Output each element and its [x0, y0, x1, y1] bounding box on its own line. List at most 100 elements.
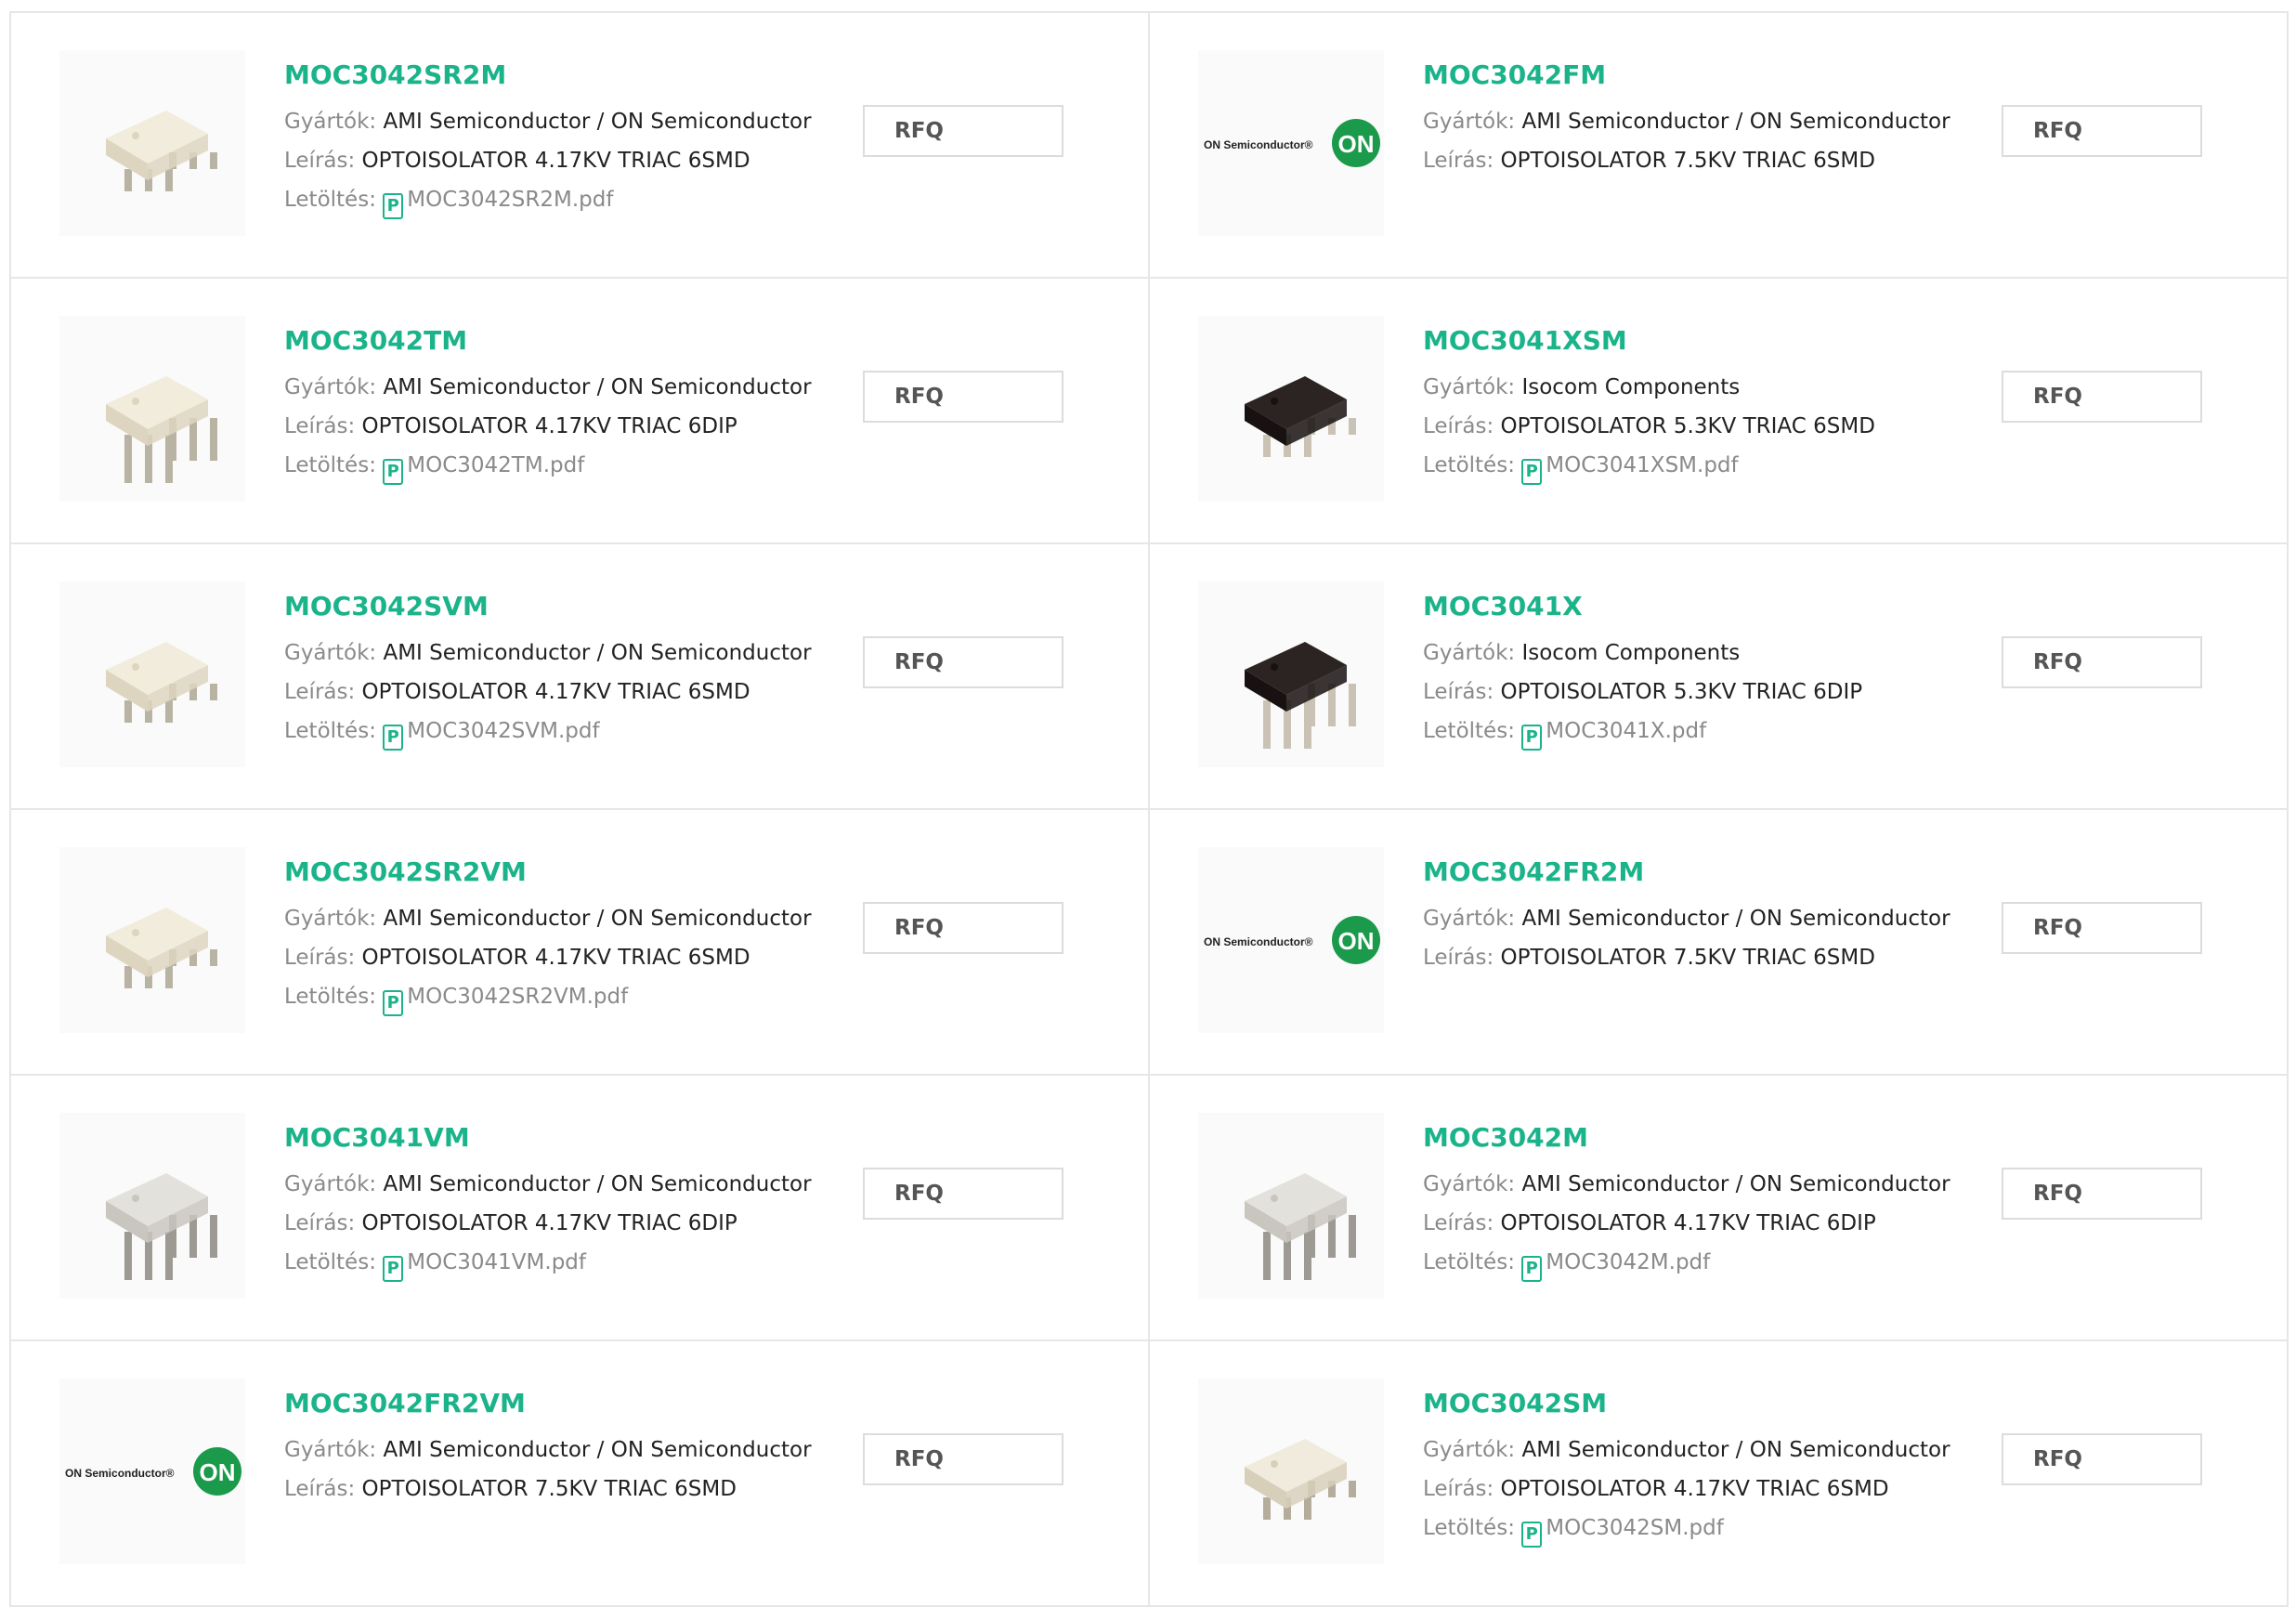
manufacturer-row-value: Isocom Components	[1521, 375, 1741, 399]
pdf-download-link[interactable]: MOC3042TM.pdf	[407, 453, 584, 477]
pdf-icon[interactable]: P	[1521, 1256, 1543, 1282]
product-card: ON Semiconductor® ON MOC3042FR2VM Gyártók…	[11, 1341, 1150, 1607]
pdf-icon[interactable]: P	[1521, 1522, 1543, 1548]
product-name-link[interactable]: MOC3042SR2M	[284, 59, 812, 91]
pdf-icon[interactable]: P	[1521, 725, 1543, 751]
pdf-download-link[interactable]: MOC3042SVM.pdf	[407, 719, 599, 743]
product-image[interactable]	[59, 316, 245, 502]
pdf-download-link[interactable]: MOC3042SR2VM.pdf	[407, 985, 628, 1009]
product-image[interactable]	[1198, 581, 1384, 767]
rfq-button[interactable]: RFQ	[863, 636, 1063, 688]
description-row-label: Leírás:	[1423, 1211, 1494, 1235]
product-name-link[interactable]: MOC3042FR2M	[1423, 856, 1950, 888]
rfq-button[interactable]: RFQ	[2002, 1168, 2202, 1220]
product-card: MOC3041VM Gyártók: AMI Semiconductor / ON…	[11, 1076, 1150, 1341]
rfq-button[interactable]: RFQ	[863, 1168, 1063, 1220]
manufacturer-row-value: AMI Semiconductor / ON Semiconductor	[383, 641, 812, 665]
rfq-button[interactable]: RFQ	[2002, 1433, 2202, 1485]
manufacturer-row: Gyártók: AMI Semiconductor / ON Semicond…	[1423, 1431, 1950, 1470]
product-name-link[interactable]: MOC3041XSM	[1423, 325, 1875, 357]
product-name-link[interactable]: MOC3042TM	[284, 325, 812, 357]
product-name-link[interactable]: MOC3042FR2VM	[284, 1388, 812, 1419]
manufacturer-logo[interactable]: ON Semiconductor® ON	[59, 1378, 245, 1564]
manufacturer-logo[interactable]: ON Semiconductor® ON	[1198, 50, 1384, 236]
description-row-label: Leírás:	[1423, 680, 1494, 704]
description-row-label: Leírás:	[284, 414, 356, 438]
description-row-value: OPTOISOLATOR 7.5KV TRIAC 6SMD	[1500, 149, 1875, 173]
manufacturer-row-label: Gyártók:	[284, 375, 377, 399]
manufacturer-row-value: Isocom Components	[1521, 641, 1741, 665]
manufacturer-row-label: Gyártók:	[1423, 375, 1516, 399]
manufacturer-row-label: Gyártók:	[284, 641, 377, 665]
manufacturer-row-label: Gyártók:	[1423, 1172, 1516, 1196]
product-image[interactable]	[1198, 316, 1384, 502]
download-label: Letöltés:	[284, 188, 376, 212]
description-row: Leírás: OPTOISOLATOR 4.17KV TRIAC 6SMD	[284, 938, 812, 977]
manufacturer-row: Gyártók: AMI Semiconductor / ON Semicond…	[284, 1165, 812, 1204]
description-row: Leírás: OPTOISOLATOR 4.17KV TRIAC 6DIP	[284, 407, 812, 446]
rfq-button[interactable]: RFQ	[2002, 902, 2202, 954]
product-image[interactable]	[59, 581, 245, 767]
download-row: Letöltés: P MOC3042SM.pdf	[1423, 1509, 1950, 1548]
manufacturer-row-label: Gyártók:	[1423, 110, 1516, 134]
manufacturer-row-value: AMI Semiconductor / ON Semiconductor	[383, 907, 812, 931]
description-row: Leírás: OPTOISOLATOR 7.5KV TRIAC 6SMD	[284, 1470, 812, 1509]
manufacturer-row-value: AMI Semiconductor / ON Semiconductor	[383, 1172, 812, 1196]
pdf-icon[interactable]: P	[1521, 459, 1543, 485]
product-card: ON Semiconductor® ON MOC3042FM Gyártók: A…	[1150, 13, 2289, 279]
product-card: MOC3041XSM Gyártók: Isocom Components Leír…	[1150, 279, 2289, 544]
pdf-download-link[interactable]: MOC3042SR2M.pdf	[407, 188, 613, 212]
svg-text:ON: ON	[1338, 130, 1375, 158]
product-name-link[interactable]: MOC3042M	[1423, 1122, 1950, 1154]
product-name-link[interactable]: MOC3042SM	[1423, 1388, 1950, 1419]
product-card: MOC3042SVM Gyártók: AMI Semiconductor / O…	[11, 544, 1150, 810]
pdf-download-link[interactable]: MOC3041X.pdf	[1546, 719, 1706, 743]
manufacturer-row-value: AMI Semiconductor / ON Semiconductor	[383, 1438, 812, 1462]
download-label: Letöltés:	[1423, 719, 1515, 743]
description-row-value: OPTOISOLATOR 4.17KV TRIAC 6DIP	[361, 414, 737, 438]
pdf-icon[interactable]: P	[383, 459, 404, 485]
product-image[interactable]	[59, 1113, 245, 1299]
rfq-button[interactable]: RFQ	[2002, 636, 2202, 688]
description-row-value: OPTOISOLATOR 4.17KV TRIAC 6DIP	[361, 1211, 737, 1235]
pdf-download-link[interactable]: MOC3042M.pdf	[1546, 1250, 1710, 1274]
product-name-link[interactable]: MOC3041VM	[284, 1122, 812, 1154]
description-row: Leírás: OPTOISOLATOR 4.17KV TRIAC 6DIP	[1423, 1204, 1950, 1243]
manufacturer-row: Gyártók: AMI Semiconductor / ON Semicond…	[284, 634, 812, 673]
product-image[interactable]	[59, 50, 245, 236]
rfq-button[interactable]: RFQ	[863, 902, 1063, 954]
pdf-icon[interactable]: P	[383, 1256, 404, 1282]
product-card: ON Semiconductor® ON MOC3042FR2M Gyártók:…	[1150, 810, 2289, 1076]
pdf-download-link[interactable]: MOC3041XSM.pdf	[1546, 453, 1738, 477]
pdf-icon[interactable]: P	[383, 990, 404, 1016]
rfq-button[interactable]: RFQ	[863, 1433, 1063, 1485]
product-name-link[interactable]: MOC3041X	[1423, 591, 1862, 622]
product-card: MOC3042SR2M Gyártók: AMI Semiconductor / …	[11, 13, 1150, 279]
manufacturer-row-value: AMI Semiconductor / ON Semiconductor	[1521, 907, 1950, 931]
description-row-label: Leírás:	[1423, 149, 1494, 173]
description-row-label: Leírás:	[1423, 1477, 1494, 1501]
product-image[interactable]	[1198, 1113, 1384, 1299]
manufacturer-row-label: Gyártók:	[284, 1438, 377, 1462]
rfq-button[interactable]: RFQ	[863, 105, 1063, 157]
product-name-link[interactable]: MOC3042SR2VM	[284, 856, 812, 888]
manufacturer-row-value: AMI Semiconductor / ON Semiconductor	[1521, 110, 1950, 134]
product-name-link[interactable]: MOC3042SVM	[284, 591, 812, 622]
pdf-icon[interactable]: P	[383, 193, 404, 219]
rfq-button[interactable]: RFQ	[863, 371, 1063, 423]
rfq-button[interactable]: RFQ	[2002, 105, 2202, 157]
pdf-icon[interactable]: P	[383, 725, 404, 751]
pdf-download-link[interactable]: MOC3042SM.pdf	[1546, 1516, 1724, 1540]
pdf-download-link[interactable]: MOC3041VM.pdf	[407, 1250, 586, 1274]
product-name-link[interactable]: MOC3042FM	[1423, 59, 1950, 91]
product-image[interactable]	[59, 847, 245, 1033]
manufacturer-logo[interactable]: ON Semiconductor® ON	[1198, 847, 1384, 1033]
description-row-label: Leírás:	[1423, 946, 1494, 970]
product-image[interactable]	[1198, 1378, 1384, 1564]
description-row-value: OPTOISOLATOR 4.17KV TRIAC 6SMD	[1500, 1477, 1889, 1501]
rfq-button[interactable]: RFQ	[2002, 371, 2202, 423]
description-row-label: Leírás:	[284, 149, 356, 173]
manufacturer-row-value: AMI Semiconductor / ON Semiconductor	[1521, 1172, 1950, 1196]
on-logo-text: ON Semiconductor®	[1204, 138, 1313, 151]
manufacturer-row-label: Gyártók:	[1423, 641, 1516, 665]
